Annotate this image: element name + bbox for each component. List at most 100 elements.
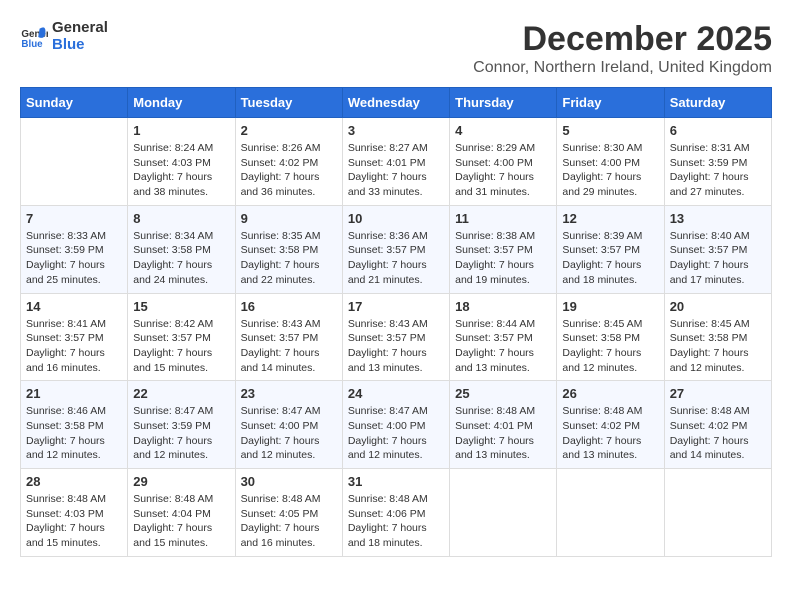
- cell-info: and 15 minutes.: [133, 536, 229, 551]
- calendar-cell: 20Sunrise: 8:45 AMSunset: 3:58 PMDayligh…: [664, 293, 771, 381]
- cell-info: Daylight: 7 hours: [562, 170, 658, 185]
- cell-info: and 19 minutes.: [455, 273, 551, 288]
- day-number: 6: [670, 123, 766, 138]
- cell-info: Sunset: 4:00 PM: [562, 156, 658, 171]
- cell-info: Sunrise: 8:47 AM: [348, 404, 444, 419]
- cell-info: Daylight: 7 hours: [133, 170, 229, 185]
- cell-info: and 13 minutes.: [562, 448, 658, 463]
- day-number: 5: [562, 123, 658, 138]
- cell-info: Daylight: 7 hours: [670, 434, 766, 449]
- calendar-cell: 18Sunrise: 8:44 AMSunset: 3:57 PMDayligh…: [450, 293, 557, 381]
- logo-general: General: [52, 20, 108, 37]
- day-number: 10: [348, 211, 444, 226]
- cell-info: Sunset: 3:59 PM: [133, 419, 229, 434]
- calendar-cell: 2Sunrise: 8:26 AMSunset: 4:02 PMDaylight…: [235, 118, 342, 206]
- logo: General Blue General Blue: [20, 20, 108, 53]
- cell-info: Sunset: 3:57 PM: [241, 331, 337, 346]
- calendar-week-row: 1Sunrise: 8:24 AMSunset: 4:03 PMDaylight…: [21, 118, 772, 206]
- calendar-week-row: 7Sunrise: 8:33 AMSunset: 3:59 PMDaylight…: [21, 205, 772, 293]
- cell-info: Sunset: 4:05 PM: [241, 507, 337, 522]
- cell-info: Sunset: 4:00 PM: [348, 419, 444, 434]
- cell-info: and 12 minutes.: [133, 448, 229, 463]
- cell-info: Sunrise: 8:24 AM: [133, 141, 229, 156]
- location-title: Connor, Northern Ireland, United Kingdom: [473, 59, 772, 77]
- cell-info: Daylight: 7 hours: [455, 346, 551, 361]
- calendar-cell: [21, 118, 128, 206]
- cell-info: Sunrise: 8:43 AM: [348, 317, 444, 332]
- cell-info: Daylight: 7 hours: [455, 434, 551, 449]
- cell-info: and 15 minutes.: [133, 361, 229, 376]
- calendar-cell: 7Sunrise: 8:33 AMSunset: 3:59 PMDaylight…: [21, 205, 128, 293]
- cell-info: Sunset: 3:57 PM: [348, 243, 444, 258]
- calendar-cell: 9Sunrise: 8:35 AMSunset: 3:58 PMDaylight…: [235, 205, 342, 293]
- cell-info: Sunrise: 8:35 AM: [241, 229, 337, 244]
- calendar-cell: 26Sunrise: 8:48 AMSunset: 4:02 PMDayligh…: [557, 381, 664, 469]
- cell-info: Daylight: 7 hours: [670, 170, 766, 185]
- day-number: 3: [348, 123, 444, 138]
- cell-info: Daylight: 7 hours: [26, 434, 122, 449]
- calendar-cell: 10Sunrise: 8:36 AMSunset: 3:57 PMDayligh…: [342, 205, 449, 293]
- cell-info: Sunset: 3:57 PM: [455, 331, 551, 346]
- cell-info: Daylight: 7 hours: [241, 170, 337, 185]
- cell-info: Sunrise: 8:48 AM: [133, 492, 229, 507]
- cell-info: Daylight: 7 hours: [26, 258, 122, 273]
- day-number: 23: [241, 386, 337, 401]
- cell-info: and 29 minutes.: [562, 185, 658, 200]
- cell-info: and 18 minutes.: [562, 273, 658, 288]
- day-number: 27: [670, 386, 766, 401]
- cell-info: Daylight: 7 hours: [26, 521, 122, 536]
- day-number: 7: [26, 211, 122, 226]
- cell-info: and 15 minutes.: [26, 536, 122, 551]
- logo-icon: General Blue: [20, 23, 48, 51]
- calendar-cell: 23Sunrise: 8:47 AMSunset: 4:00 PMDayligh…: [235, 381, 342, 469]
- day-number: 11: [455, 211, 551, 226]
- day-number: 25: [455, 386, 551, 401]
- cell-info: Sunrise: 8:42 AM: [133, 317, 229, 332]
- calendar-cell: 6Sunrise: 8:31 AMSunset: 3:59 PMDaylight…: [664, 118, 771, 206]
- cell-info: and 18 minutes.: [348, 536, 444, 551]
- calendar-week-row: 21Sunrise: 8:46 AMSunset: 3:58 PMDayligh…: [21, 381, 772, 469]
- calendar-cell: [664, 469, 771, 557]
- cell-info: Sunset: 3:58 PM: [26, 419, 122, 434]
- cell-info: Sunset: 4:02 PM: [241, 156, 337, 171]
- cell-info: and 27 minutes.: [670, 185, 766, 200]
- cell-info: Daylight: 7 hours: [241, 346, 337, 361]
- cell-info: Daylight: 7 hours: [670, 258, 766, 273]
- calendar-cell: 11Sunrise: 8:38 AMSunset: 3:57 PMDayligh…: [450, 205, 557, 293]
- cell-info: Sunrise: 8:46 AM: [26, 404, 122, 419]
- weekday-header: Wednesday: [342, 88, 449, 118]
- day-number: 19: [562, 299, 658, 314]
- cell-info: Daylight: 7 hours: [241, 258, 337, 273]
- day-number: 30: [241, 474, 337, 489]
- cell-info: Sunrise: 8:33 AM: [26, 229, 122, 244]
- weekday-header-row: SundayMondayTuesdayWednesdayThursdayFrid…: [21, 88, 772, 118]
- cell-info: Sunset: 4:04 PM: [133, 507, 229, 522]
- calendar-cell: 31Sunrise: 8:48 AMSunset: 4:06 PMDayligh…: [342, 469, 449, 557]
- cell-info: and 12 minutes.: [241, 448, 337, 463]
- calendar-cell: 27 Sunrise: 8:48 AMSunset: 4:02 PMDayligh…: [664, 381, 771, 469]
- cell-info: Sunset: 3:58 PM: [133, 243, 229, 258]
- calendar: SundayMondayTuesdayWednesdayThursdayFrid…: [20, 87, 772, 557]
- calendar-week-row: 28Sunrise: 8:48 AMSunset: 4:03 PMDayligh…: [21, 469, 772, 557]
- calendar-cell: 25Sunrise: 8:48 AMSunset: 4:01 PMDayligh…: [450, 381, 557, 469]
- cell-info: Sunset: 4:03 PM: [133, 156, 229, 171]
- cell-info: Sunset: 3:57 PM: [562, 243, 658, 258]
- cell-info: Sunset: 3:58 PM: [670, 331, 766, 346]
- cell-info: Daylight: 7 hours: [348, 170, 444, 185]
- day-number: 15: [133, 299, 229, 314]
- weekday-header: Monday: [128, 88, 235, 118]
- day-number: 20: [670, 299, 766, 314]
- cell-info: Sunrise: 8:44 AM: [455, 317, 551, 332]
- cell-info: Daylight: 7 hours: [670, 346, 766, 361]
- cell-info: Sunset: 4:02 PM: [670, 419, 766, 434]
- cell-info: Daylight: 7 hours: [241, 521, 337, 536]
- weekday-header: Tuesday: [235, 88, 342, 118]
- cell-info: Sunrise: 8:41 AM: [26, 317, 122, 332]
- cell-info: Sunrise: 8:47 AM: [133, 404, 229, 419]
- cell-info: Sunrise: 8:48 AM: [670, 404, 766, 419]
- day-number: 2: [241, 123, 337, 138]
- calendar-cell: 30Sunrise: 8:48 AMSunset: 4:05 PMDayligh…: [235, 469, 342, 557]
- cell-info: Sunrise: 8:45 AM: [562, 317, 658, 332]
- calendar-cell: 28Sunrise: 8:48 AMSunset: 4:03 PMDayligh…: [21, 469, 128, 557]
- cell-info: Sunset: 3:57 PM: [455, 243, 551, 258]
